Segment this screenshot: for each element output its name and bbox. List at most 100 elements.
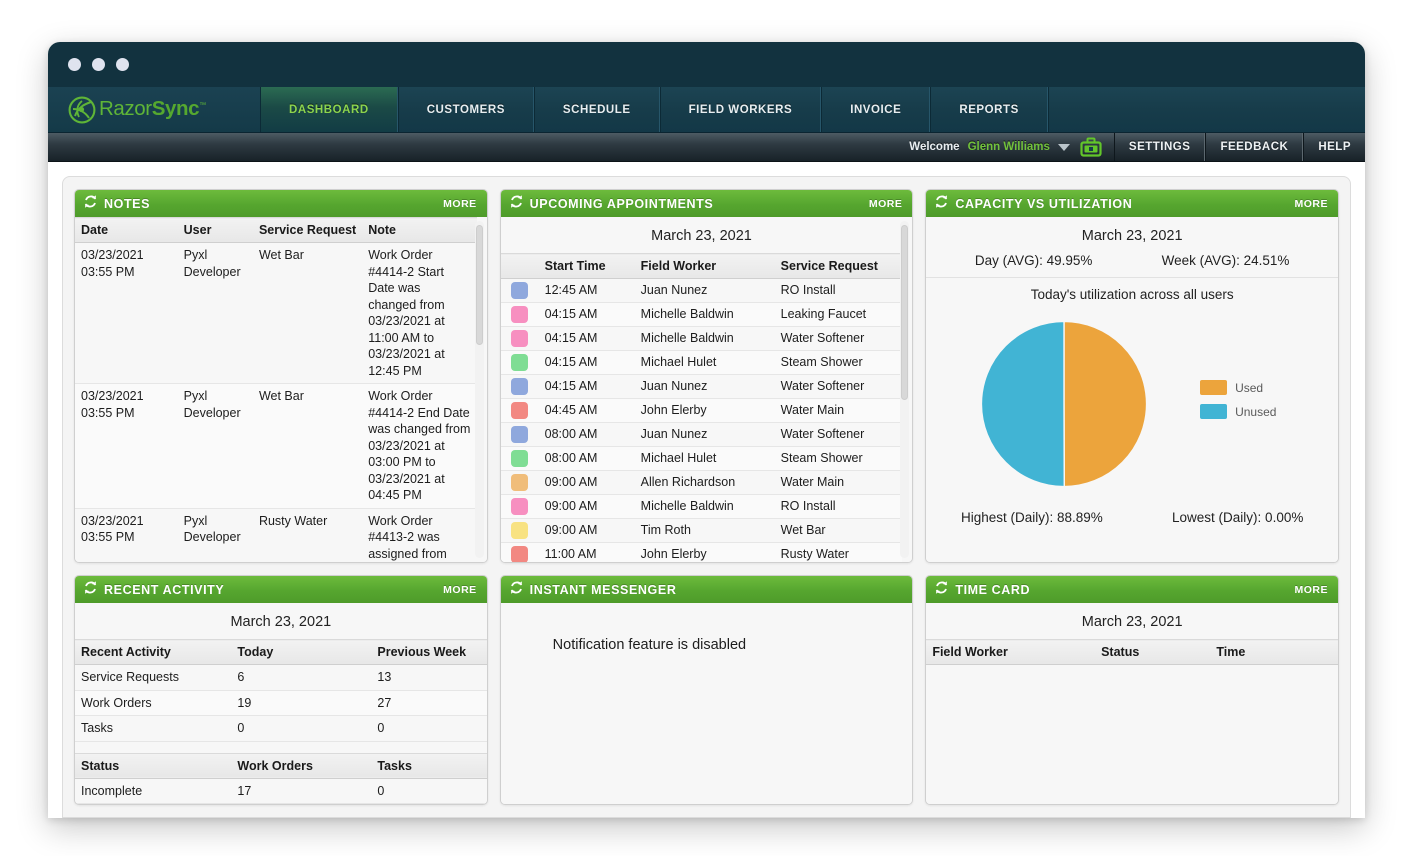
tc-col-status[interactable]: Status: [1095, 639, 1211, 665]
toolbox-icon[interactable]: [1080, 137, 1102, 157]
table-row[interactable]: Tasks 0 0: [75, 715, 487, 742]
table-row[interactable]: 11:00 AM John Elerby Rusty Water: [500, 542, 903, 562]
minimize-window-button[interactable]: [92, 58, 105, 71]
notes-col-user[interactable]: User: [177, 217, 253, 243]
notes-scroll-area[interactable]: Date User Service Request Note 03/23/202…: [75, 217, 477, 562]
table-row[interactable]: 08:00 AM Michael Hulet Steam Shower: [500, 446, 903, 471]
appointment-cell-service-request: RO Install: [774, 278, 903, 303]
appointments-scrollbar[interactable]: [900, 221, 910, 558]
nav-tab-reports[interactable]: REPORTS: [930, 87, 1048, 132]
dashboard-grid: NOTES MORE Date User Service Request Not…: [62, 176, 1351, 818]
widget-notes-more-link[interactable]: MORE: [443, 198, 477, 210]
nav-tab-customers[interactable]: CUSTOMERS: [397, 87, 534, 132]
status-col-work-orders[interactable]: Work Orders: [231, 752, 372, 779]
table-row[interactable]: 08:00 AM Juan Nunez Water Softener: [500, 422, 903, 447]
appointment-cell-field-worker: Juan Nunez: [634, 278, 775, 303]
table-row[interactable]: Complete 1139 141: [75, 803, 487, 804]
appointments-scrollbar-thumb[interactable]: [901, 225, 909, 400]
appointments-col-service-request[interactable]: Service Request: [774, 253, 903, 279]
ra-col-today[interactable]: Today: [231, 639, 372, 665]
ra-col-previous-week[interactable]: Previous Week: [371, 639, 487, 665]
notes-scrollbar[interactable]: [474, 221, 484, 558]
widget-instant-messenger-title: INSTANT MESSENGER: [529, 582, 677, 597]
notes-col-service-request[interactable]: Service Request: [252, 217, 363, 243]
widget-recent-activity-more-link[interactable]: MORE: [443, 584, 477, 596]
widget-appointments-more-link[interactable]: MORE: [869, 198, 903, 210]
brand-name: RazorSync™: [99, 97, 206, 121]
chevron-down-icon[interactable]: [1057, 143, 1070, 151]
tc-col-time[interactable]: Time: [1210, 639, 1338, 665]
nav-tab-dashboard[interactable]: DASHBOARD: [260, 87, 398, 132]
table-row[interactable]: 12:45 AM Juan Nunez RO Install: [500, 278, 903, 303]
widget-capacity-header: CAPACITY VS UTILIZATION MORE: [926, 190, 1338, 217]
table-row[interactable]: 09:00 AM Allen Richardson Water Main: [500, 470, 903, 495]
widget-appointments-header: UPCOMING APPOINTMENTS MORE: [500, 190, 913, 217]
ra-cell-today: 0: [231, 715, 372, 742]
close-window-button[interactable]: [68, 58, 81, 71]
legend-item-unused[interactable]: Unused: [1200, 404, 1332, 419]
refresh-icon[interactable]: [934, 194, 949, 214]
table-row[interactable]: 04:45 AM John Elerby Water Main: [500, 398, 903, 423]
refresh-icon[interactable]: [509, 580, 524, 600]
table-row[interactable]: Work Orders 19 27: [75, 690, 487, 716]
widget-capacity-more-link[interactable]: MORE: [1294, 198, 1328, 210]
user-name[interactable]: Glenn Williams: [968, 141, 1050, 153]
color-swatch-icon: [511, 378, 529, 395]
nav-tab-schedule[interactable]: SCHEDULE: [533, 87, 660, 132]
secondary-navigation: Welcome Glenn Williams SETTINGS FEEDBACK…: [48, 133, 1365, 162]
color-swatch-icon: [511, 282, 529, 299]
user-menu[interactable]: Welcome Glenn Williams: [909, 133, 1114, 161]
utilization-pie-chart[interactable]: [932, 318, 1196, 490]
table-row[interactable]: 03/23/2021 03:55 PM Pyxl Developer Rusty…: [75, 508, 477, 562]
appointment-cell-service-request: Water Main: [774, 398, 903, 423]
widget-capacity-body: March 23, 2021 Day (AVG): 49.95% Week (A…: [926, 217, 1338, 562]
tc-col-field-worker[interactable]: Field Worker: [926, 639, 1096, 665]
table-row[interactable]: 03/23/2021 03:55 PM Pyxl Developer Wet B…: [75, 242, 477, 384]
table-row[interactable]: Service Requests 6 13: [75, 664, 487, 691]
window-titlebar: [48, 42, 1365, 87]
table-row[interactable]: Incomplete 17 0: [75, 778, 487, 804]
refresh-icon[interactable]: [83, 194, 98, 214]
legend-swatch-used: [1200, 380, 1228, 395]
table-row[interactable]: 04:15 AM Michelle Baldwin Leaking Faucet: [500, 302, 903, 327]
widget-time-card-more-link[interactable]: MORE: [1294, 584, 1328, 596]
table-row[interactable]: 04:15 AM Juan Nunez Water Softener: [500, 374, 903, 399]
appointments-scroll-area[interactable]: March 23, 2021 Start Time Field Worker S…: [500, 217, 903, 562]
status-col-status[interactable]: Status: [75, 752, 232, 779]
subnav-help[interactable]: HELP: [1303, 133, 1365, 161]
legend-item-used[interactable]: Used: [1200, 380, 1332, 395]
maximize-window-button[interactable]: [116, 58, 129, 71]
appointments-col-field-worker[interactable]: Field Worker: [634, 253, 775, 279]
refresh-icon[interactable]: [509, 194, 524, 214]
table-row[interactable]: 04:15 AM Michael Hulet Steam Shower: [500, 350, 903, 375]
table-row[interactable]: 04:15 AM Michelle Baldwin Water Softener: [500, 326, 903, 351]
refresh-icon[interactable]: [934, 580, 949, 600]
capacity-week-average: Week (AVG): 24.51%: [1161, 253, 1290, 268]
subnav-feedback[interactable]: FEEDBACK: [1205, 133, 1304, 161]
brand-logo[interactable]: RazorSync™: [48, 87, 260, 132]
appointments-table-header-row: Start Time Field Worker Service Request: [500, 253, 903, 279]
notes-scrollbar-thumb[interactable]: [475, 225, 483, 345]
notes-table-header-row: Date User Service Request Note: [75, 217, 477, 243]
pie-slice-used[interactable]: [1063, 320, 1148, 488]
capacity-lowest-daily: Lowest (Daily): 0.00%: [1172, 510, 1304, 525]
pie-slice-unused[interactable]: [981, 320, 1066, 488]
color-swatch-icon: [511, 330, 529, 347]
status-col-tasks[interactable]: Tasks: [371, 752, 487, 779]
nav-tab-field-workers[interactable]: FIELD WORKERS: [659, 87, 822, 132]
main-navigation: RazorSync™ DASHBOARD CUSTOMERS SCHEDULE …: [48, 87, 1365, 133]
refresh-icon[interactable]: [83, 580, 98, 600]
table-row[interactable]: 03/23/2021 03:55 PM Pyxl Developer Wet B…: [75, 383, 477, 509]
table-row[interactable]: 09:00 AM Michelle Baldwin RO Install: [500, 494, 903, 519]
notes-cell-note: Work Order #4413-2 was assigned from "Ke…: [362, 508, 477, 562]
ra-col-activity[interactable]: Recent Activity: [75, 639, 232, 665]
notes-col-date[interactable]: Date: [75, 217, 178, 243]
notes-col-note[interactable]: Note: [362, 217, 477, 243]
appointments-col-start-time[interactable]: Start Time: [538, 253, 635, 279]
subnav-settings[interactable]: SETTINGS: [1113, 133, 1206, 161]
table-row[interactable]: 09:00 AM Tim Roth Wet Bar: [500, 518, 903, 543]
nav-tab-invoice[interactable]: INVOICE: [821, 87, 931, 132]
status-cell-work-orders: 17: [231, 778, 372, 804]
notes-cell-date: 03/23/2021 03:55 PM: [75, 383, 178, 509]
dashboard-page: NOTES MORE Date User Service Request Not…: [48, 162, 1365, 818]
